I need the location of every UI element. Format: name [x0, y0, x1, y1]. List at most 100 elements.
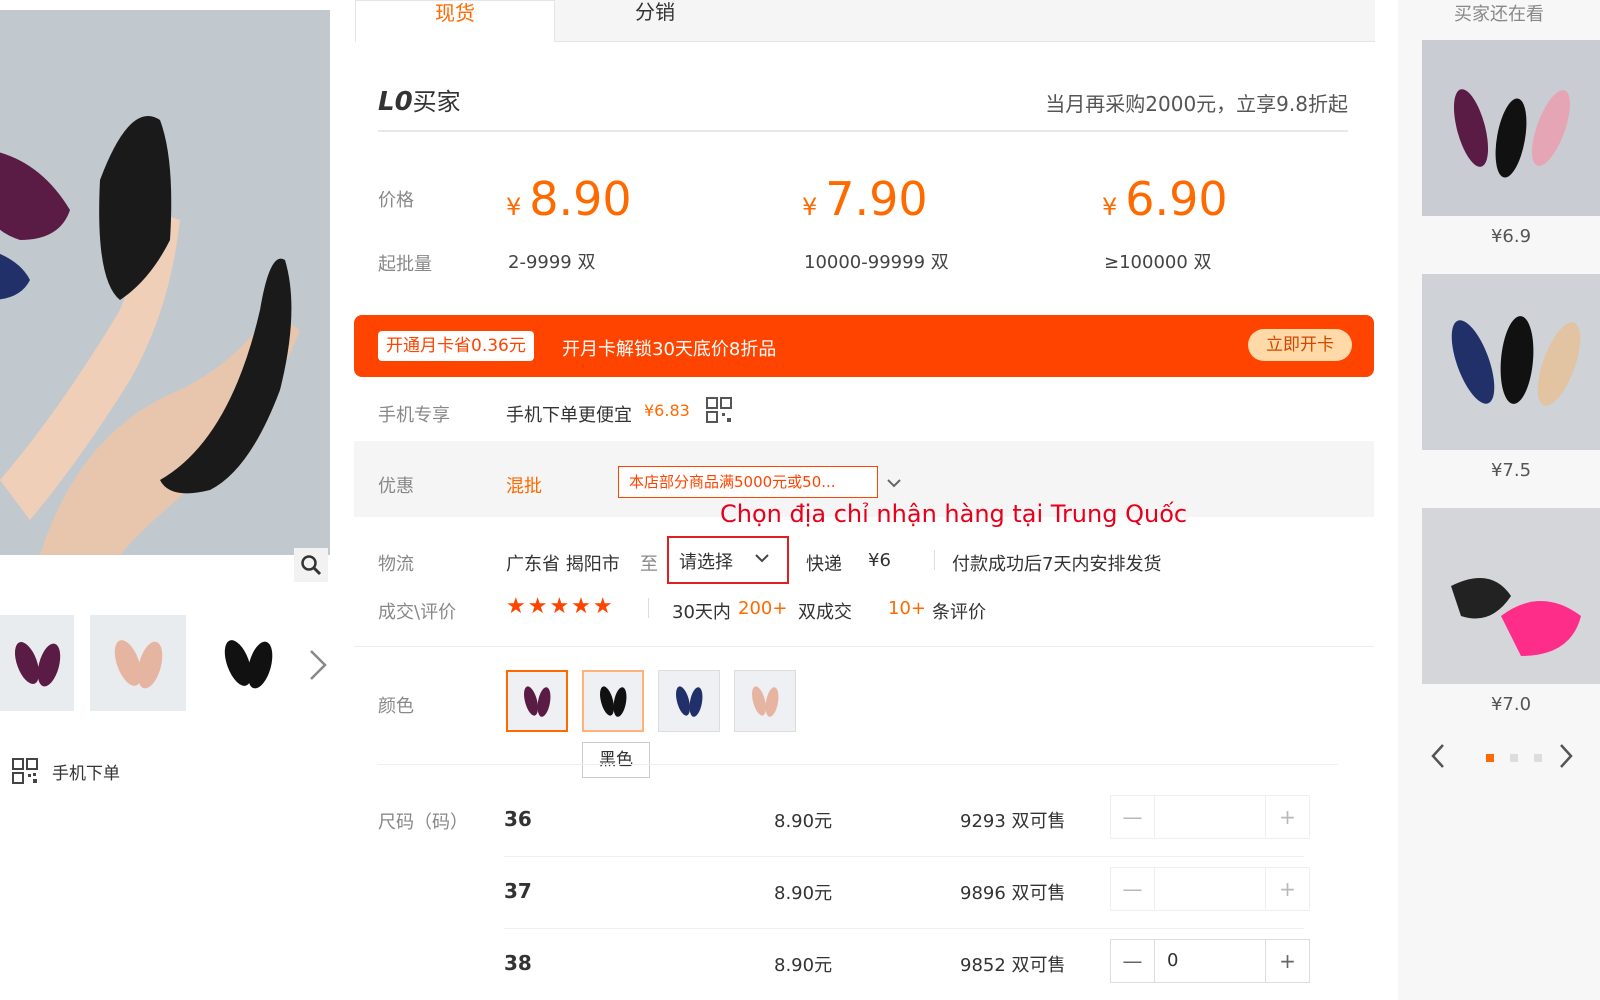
- quantity-stepper: — 0 +: [1110, 939, 1310, 983]
- review-unit: 条评价: [932, 602, 986, 623]
- product-main-image[interactable]: [0, 10, 330, 555]
- thumbnail-strip: [0, 615, 330, 711]
- purchase-tabs: 现货 分销: [355, 0, 1375, 42]
- size-value: 37: [504, 879, 532, 903]
- tab-spot-goods[interactable]: 现货: [355, 0, 555, 42]
- pager-dot-active[interactable]: [1486, 754, 1494, 762]
- price-tier-2: ¥7.90: [802, 172, 928, 226]
- pager-dot[interactable]: [1510, 754, 1518, 762]
- product-photo: [0, 10, 330, 555]
- recommend-item-image[interactable]: [1422, 40, 1600, 216]
- min-qty-label: 起批量: [378, 254, 432, 275]
- ship-method: 快递: [806, 554, 842, 575]
- color-swatch-nude[interactable]: [734, 670, 796, 732]
- rating-stars: ★★★★★: [506, 594, 615, 619]
- chevron-left-icon[interactable]: [1430, 742, 1446, 777]
- size-row: 37 8.90元 9896 双可售 — +: [504, 857, 1310, 929]
- mobile-order-label: 手机下单: [52, 763, 120, 784]
- increment-button[interactable]: +: [1265, 940, 1309, 982]
- recommend-item-price: ¥7.5: [1490, 460, 1532, 481]
- ship-fee: ¥6: [868, 550, 891, 571]
- tab-distribution[interactable]: 分销: [555, 0, 755, 42]
- buyer-level-suffix: 买家: [412, 88, 461, 116]
- size-stock: 9896 双可售: [960, 883, 1066, 904]
- mobile-exclusive-label: 手机专享: [378, 405, 450, 426]
- recommend-item-price: ¥6.9: [1490, 226, 1532, 247]
- color-swatch-black[interactable]: [582, 670, 644, 732]
- price-tier-1: ¥8.90: [506, 172, 632, 226]
- size-price: 8.90元: [774, 883, 833, 904]
- logistics-label: 物流: [378, 554, 414, 575]
- deals-period: 30天内: [672, 602, 731, 623]
- thumbnail-next-icon[interactable]: [308, 648, 328, 690]
- destination-select-value: 请选择: [679, 552, 733, 573]
- qty-tier-1: 2-9999 双: [508, 252, 596, 273]
- decrement-button[interactable]: —: [1111, 796, 1155, 838]
- sidebar-title: 买家还在看: [1454, 4, 1544, 25]
- size-stock: 9293 双可售: [960, 811, 1066, 832]
- size-row: 38 8.90元 9852 双可售 — 0 +: [504, 929, 1310, 1000]
- mobile-exclusive-price: ¥6.83: [644, 401, 690, 420]
- divider: [378, 764, 1338, 765]
- price-tier-3: ¥6.90: [1102, 172, 1228, 226]
- buyer-level: L0: [378, 87, 413, 117]
- open-card-button[interactable]: 立即开卡: [1248, 329, 1352, 361]
- ship-origin: 广东省 揭阳市: [506, 554, 620, 575]
- chevron-down-icon[interactable]: [886, 474, 902, 493]
- price-value: 7.90: [825, 172, 928, 226]
- reviews-label: 成交\评价: [378, 602, 457, 623]
- currency-symbol: ¥: [506, 193, 522, 221]
- increment-button[interactable]: +: [1265, 796, 1309, 838]
- qty-tier-2: 10000-99999 双: [804, 252, 949, 273]
- chevron-right-icon[interactable]: [1558, 742, 1574, 777]
- chevron-down-icon: [755, 548, 769, 567]
- mobile-order-link[interactable]: 手机下单: [12, 758, 120, 784]
- divider: [354, 646, 1374, 647]
- decrement-button[interactable]: —: [1111, 940, 1155, 982]
- qr-code-icon: [12, 758, 38, 784]
- sidebar-pager: [1430, 742, 1580, 772]
- recommend-item-image[interactable]: [1422, 508, 1600, 684]
- increment-button[interactable]: +: [1265, 868, 1309, 910]
- color-tooltip: 黑色: [582, 742, 650, 778]
- size-label: 尺码（码）: [378, 812, 468, 833]
- coupon-tag[interactable]: 本店部分商品满5000元或50...: [618, 466, 878, 498]
- color-swatch-purple[interactable]: [506, 670, 568, 732]
- level-promo-text: 当月再采购2000元，立享9.8折起: [1045, 92, 1348, 116]
- mobile-exclusive-text: 手机下单更便宜: [506, 405, 632, 426]
- size-value: 38: [504, 951, 532, 975]
- divider: [648, 598, 649, 618]
- price-value: 6.90: [1125, 172, 1228, 226]
- thumbnail-nude[interactable]: [90, 615, 186, 711]
- color-label: 颜色: [378, 696, 414, 717]
- thumbnail-purple[interactable]: [0, 615, 74, 711]
- destination-select[interactable]: 请选择: [667, 536, 789, 584]
- card-message: 开月卡解锁30天底价8折品: [562, 339, 777, 360]
- color-swatch-navy[interactable]: [658, 670, 720, 732]
- currency-symbol: ¥: [1102, 193, 1118, 221]
- card-savings-chip: 开通月卡省0.36元: [378, 331, 534, 361]
- buyer-level-badge: L0买家: [378, 82, 461, 117]
- quantity-stepper: — +: [1110, 867, 1310, 911]
- price-value: 8.90: [529, 172, 632, 226]
- quantity-input[interactable]: 0: [1167, 950, 1178, 971]
- zoom-icon[interactable]: [294, 548, 328, 582]
- size-stock: 9852 双可售: [960, 955, 1066, 976]
- discount-type[interactable]: 混批: [506, 472, 542, 498]
- buyer-level-row: L0买家 当月再采购2000元，立享9.8折起: [378, 80, 1348, 132]
- deals-count[interactable]: 200+: [738, 598, 787, 619]
- pager-dot[interactable]: [1534, 754, 1542, 762]
- decrement-button[interactable]: —: [1111, 868, 1155, 910]
- price-label: 价格: [378, 190, 414, 211]
- size-price: 8.90元: [774, 811, 833, 832]
- recommend-sidebar: 买家还在看 ¥6.9 ¥7.5 ¥7.0: [1398, 0, 1600, 1000]
- recommend-item-price: ¥7.0: [1490, 694, 1532, 715]
- thumbnail-black[interactable]: [200, 615, 296, 711]
- address-annotation: Chọn địa chỉ nhận hàng tại Trung Quốc: [720, 500, 1188, 528]
- review-count[interactable]: 10+: [888, 598, 926, 619]
- size-price: 8.90元: [774, 955, 833, 976]
- qr-code-icon[interactable]: [706, 397, 732, 427]
- ship-note: 付款成功后7天内安排发货: [952, 554, 1162, 575]
- recommend-item-image[interactable]: [1422, 274, 1600, 450]
- monthly-card-banner[interactable]: 开通月卡省0.36元 开月卡解锁30天底价8折品 立即开卡: [354, 315, 1374, 377]
